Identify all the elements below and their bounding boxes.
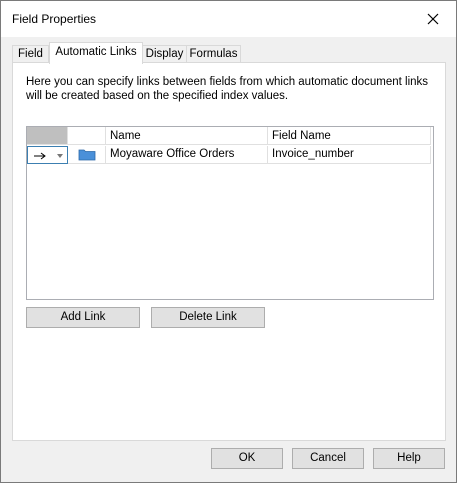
column-header-field-name[interactable]: Field Name bbox=[268, 127, 431, 145]
type-icon-cell bbox=[68, 146, 106, 164]
help-button[interactable]: Help bbox=[373, 448, 445, 469]
row-field-name-cell[interactable]: Invoice_number bbox=[268, 146, 431, 164]
tab-automatic-links[interactable]: Automatic Links bbox=[49, 42, 143, 64]
ok-button[interactable]: OK bbox=[211, 448, 283, 469]
chevron-down-icon[interactable] bbox=[57, 154, 63, 158]
column-header-name[interactable]: Name bbox=[106, 127, 268, 145]
cancel-button[interactable]: Cancel bbox=[292, 448, 364, 469]
grid-header: Name Field Name bbox=[27, 127, 433, 146]
title-bar[interactable]: Field Properties bbox=[1, 1, 456, 37]
add-link-button[interactable]: Add Link bbox=[26, 307, 140, 328]
close-button[interactable] bbox=[410, 1, 456, 37]
field-properties-dialog: Field Properties Field Automatic Links D… bbox=[0, 0, 457, 483]
close-icon bbox=[427, 13, 439, 25]
column-header-link[interactable] bbox=[27, 127, 68, 145]
panel-description: Here you can specify links between field… bbox=[26, 76, 429, 102]
tab-formulas[interactable]: Formulas bbox=[186, 45, 241, 63]
row-name-cell[interactable]: Moyaware Office Orders bbox=[106, 146, 268, 164]
links-grid[interactable]: Name Field Name Moyaware Office Orders I… bbox=[26, 126, 434, 300]
delete-link-button[interactable]: Delete Link bbox=[151, 307, 265, 328]
table-row[interactable]: Moyaware Office Orders Invoice_number bbox=[27, 146, 433, 164]
link-type-combo[interactable] bbox=[27, 146, 68, 164]
automatic-links-panel: Here you can specify links between field… bbox=[12, 62, 446, 441]
tab-display[interactable]: Display bbox=[141, 45, 188, 63]
arrow-right-icon bbox=[34, 152, 46, 160]
window-title: Field Properties bbox=[12, 12, 97, 26]
tab-field[interactable]: Field bbox=[12, 45, 49, 63]
column-header-type[interactable] bbox=[68, 127, 106, 145]
folder-icon bbox=[78, 149, 96, 161]
